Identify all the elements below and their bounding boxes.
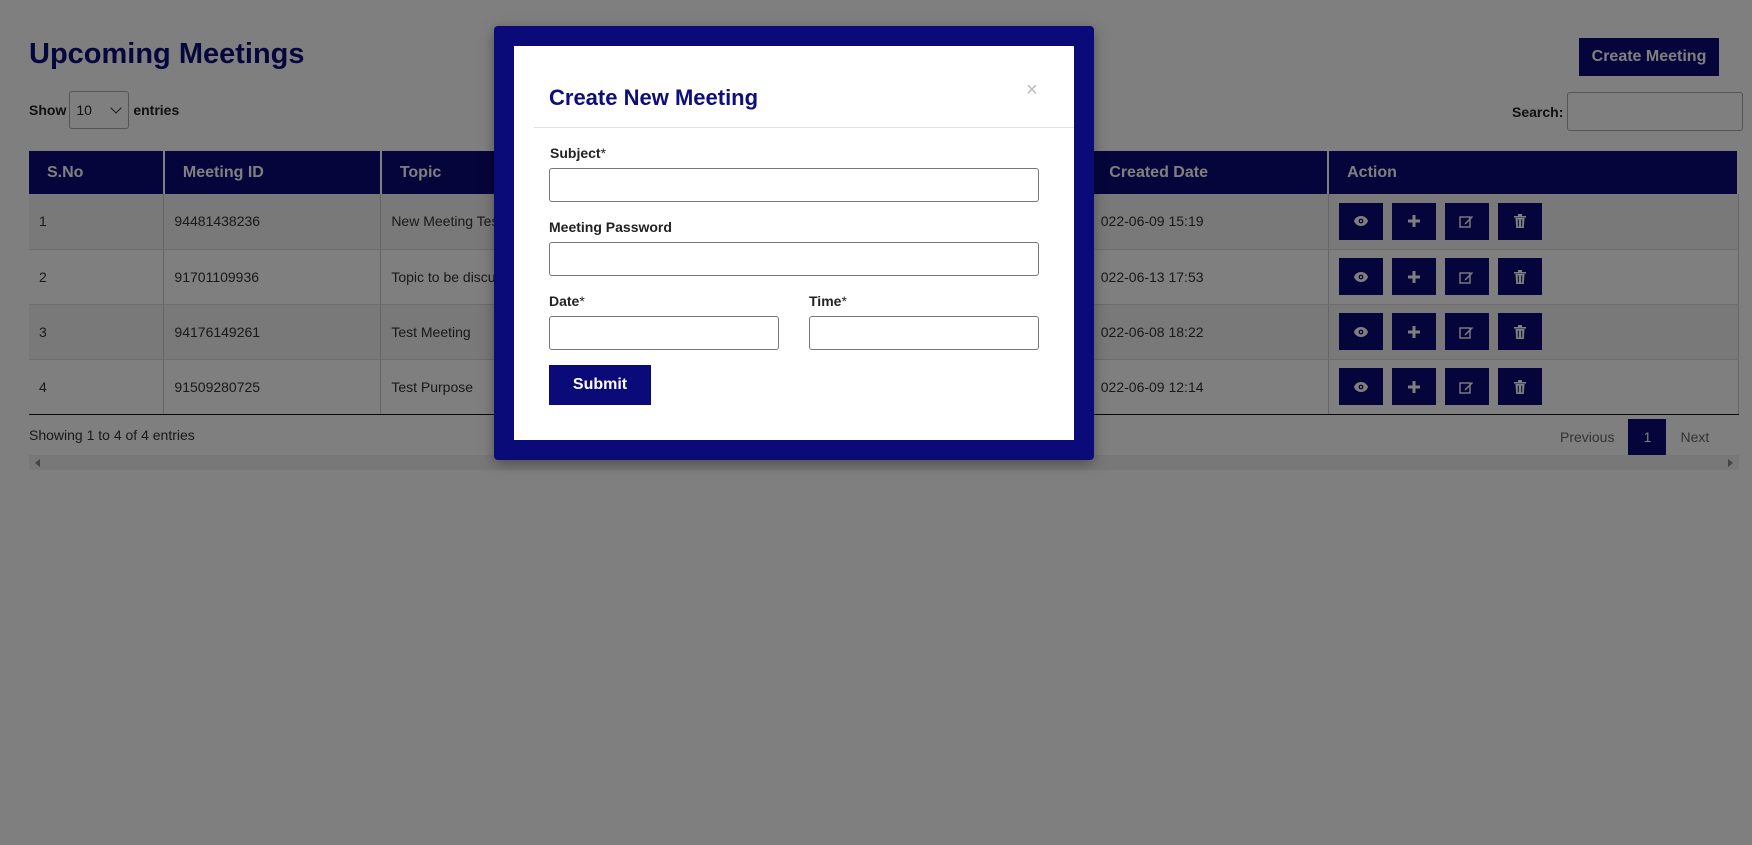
meeting-password-label: Meeting Password	[549, 219, 672, 235]
subject-label-text: Subject	[550, 145, 601, 161]
modal-content: Create New Meeting × Subject* Meeting Pa…	[514, 46, 1074, 440]
modal-divider	[534, 127, 1074, 128]
required-mark: *	[600, 145, 607, 161]
subject-input[interactable]	[549, 168, 1039, 202]
time-label: Time*	[809, 293, 847, 309]
required-mark: *	[579, 293, 585, 309]
time-input[interactable]	[809, 316, 1039, 350]
date-label: Date*	[549, 293, 585, 309]
close-icon[interactable]: ×	[1026, 80, 1038, 100]
date-label-text: Date	[549, 293, 580, 309]
date-input[interactable]	[549, 316, 779, 350]
create-meeting-modal: Create New Meeting × Subject* Meeting Pa…	[494, 26, 1094, 460]
subject-label: Subject*	[550, 145, 606, 161]
meeting-password-input[interactable]	[549, 242, 1039, 276]
time-label-text: Time	[809, 293, 842, 309]
modal-title: Create New Meeting	[549, 85, 759, 110]
submit-button[interactable]: Submit	[549, 365, 651, 405]
required-mark: *	[841, 293, 847, 309]
